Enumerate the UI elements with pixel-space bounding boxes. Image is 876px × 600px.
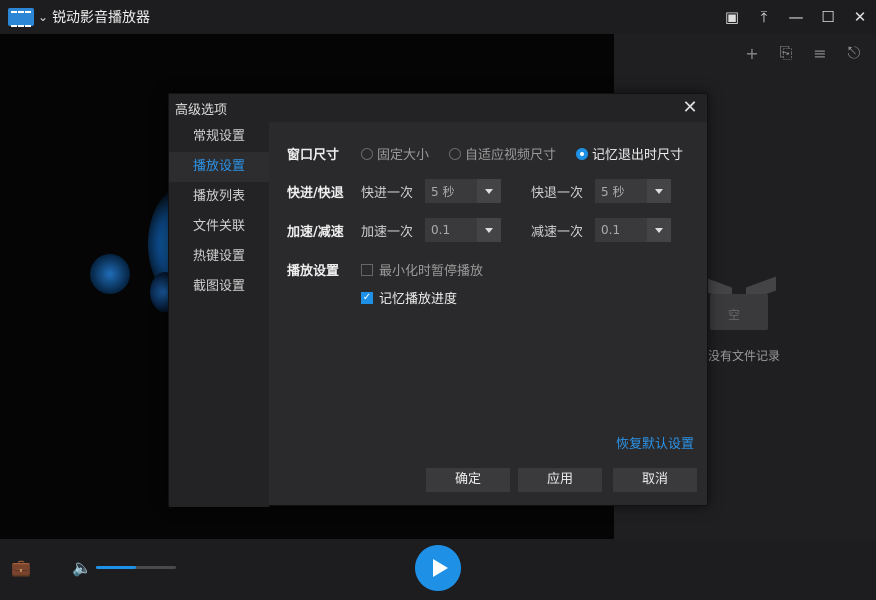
apply-button[interactable]: 应用 (518, 468, 602, 492)
nav-file-association[interactable]: 文件关联 (169, 212, 269, 242)
window-controls: ▣ ⤒ — ☐ ✕ (716, 0, 876, 34)
clear-icon[interactable]: ⎋ (842, 42, 866, 64)
dialog-title: 高级选项 (175, 102, 228, 118)
volume-icon[interactable]: 🔈 (72, 558, 92, 577)
toolbox-icon[interactable]: 💼 (11, 558, 31, 577)
seek-row: 快进/快退 快进一次 5 秒 快退一次 5 秒 (287, 179, 672, 203)
playlist-toolbar: + ⎘ ≡ ⎋ (740, 42, 866, 64)
radio-remember-size[interactable]: 记忆退出时尺寸 (576, 144, 683, 163)
chevron-down-icon[interactable]: ⌄ (38, 10, 48, 24)
title-bar: ⌄ 锐动影音播放器 ▣ ⤒ — ☐ ✕ (0, 0, 876, 34)
dialog-header: 高级选项 ✕ (169, 94, 707, 122)
chevron-down-icon (477, 218, 502, 242)
list-mode-icon[interactable]: ≡ (808, 42, 832, 64)
nav-hotkeys[interactable]: 热键设置 (169, 242, 269, 272)
nav-playback[interactable]: 播放设置 (169, 152, 269, 182)
cancel-button[interactable]: 取消 (613, 468, 697, 492)
backward-select[interactable]: 5 秒 (595, 179, 672, 203)
remember-progress-row: ✓ 记忆播放进度 (361, 288, 457, 307)
remove-icon[interactable]: ⎘ (774, 42, 798, 64)
empty-box-icon: 空 (702, 274, 776, 332)
remember-progress-checkbox[interactable]: ✓ 记忆播放进度 (361, 288, 457, 307)
speed-down-label: 减速一次 (531, 224, 584, 240)
chevron-down-icon (647, 179, 672, 203)
backward-label: 快退一次 (531, 185, 584, 201)
window-size-label: 窗口尺寸 (287, 148, 340, 163)
dialog-content: 窗口尺寸 固定大小 自适应视频尺寸 记忆退出时尺寸 快进/快退 快进一次 5 秒… (269, 122, 709, 507)
speed-down-select[interactable]: 0.1 (595, 218, 672, 242)
empty-playlist-text: 没有文件记录 (708, 349, 781, 363)
radio-fixed-size[interactable]: 固定大小 (361, 144, 429, 163)
add-icon[interactable]: + (740, 42, 764, 64)
speed-up-label: 加速一次 (361, 224, 414, 240)
background-orb (90, 254, 130, 294)
forward-label: 快进一次 (361, 185, 414, 201)
control-bar: 💼 🔈 (0, 539, 876, 600)
nav-general[interactable]: 常规设置 (169, 122, 269, 152)
speed-label: 加速/减速 (287, 224, 344, 240)
speed-row: 加速/减速 加速一次 0.1 减速一次 0.1 (287, 218, 672, 242)
chevron-down-icon (477, 179, 502, 203)
close-icon[interactable]: ✕ (679, 97, 701, 119)
pip-icon[interactable]: ▣ (716, 0, 748, 34)
advanced-options-dialog: 高级选项 ✕ 常规设置 播放设置 播放列表 文件关联 热键设置 截图设置 窗口尺… (168, 93, 709, 507)
playback-row: 播放设置 最小化时暂停播放 (287, 260, 483, 279)
app-logo-icon[interactable] (8, 8, 34, 27)
window-size-row: 窗口尺寸 固定大小 自适应视频尺寸 记忆退出时尺寸 (287, 144, 703, 163)
minimize-icon[interactable]: — (780, 0, 812, 34)
ok-button[interactable]: 确定 (426, 468, 510, 492)
volume-level (96, 566, 136, 569)
restore-defaults-link[interactable]: 恢复默认设置 (616, 433, 694, 452)
seek-label: 快进/快退 (287, 185, 344, 201)
play-button[interactable] (415, 545, 461, 591)
close-icon[interactable]: ✕ (844, 0, 876, 34)
app-title: 锐动影音播放器 (52, 10, 151, 26)
playback-label: 播放设置 (287, 264, 340, 279)
nav-screenshot[interactable]: 截图设置 (169, 272, 269, 302)
maximize-icon[interactable]: ☐ (812, 0, 844, 34)
dialog-nav: 常规设置 播放设置 播放列表 文件关联 热键设置 截图设置 (169, 122, 269, 507)
speed-up-select[interactable]: 0.1 (425, 218, 502, 242)
radio-adaptive-size[interactable]: 自适应视频尺寸 (449, 144, 556, 163)
forward-select[interactable]: 5 秒 (425, 179, 502, 203)
nav-playlist[interactable]: 播放列表 (169, 182, 269, 212)
chevron-down-icon (647, 218, 672, 242)
pause-on-minimize-checkbox[interactable]: 最小化时暂停播放 (361, 260, 483, 279)
empty-box-label: 空 (728, 308, 741, 322)
pin-icon[interactable]: ⤒ (748, 0, 780, 34)
volume-slider[interactable] (96, 566, 176, 569)
